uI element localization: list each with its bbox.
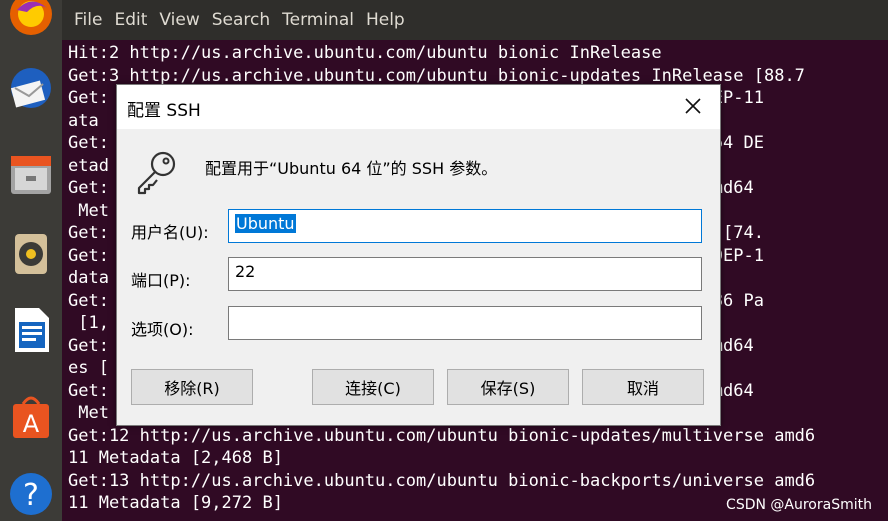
username-input[interactable]: Ubuntu (228, 209, 702, 243)
key-icon (133, 147, 181, 199)
watermark: CSDN @AuroraSmith (726, 497, 872, 513)
rhythmbox-icon[interactable] (7, 230, 55, 278)
options-label: 选项(O): (131, 320, 194, 339)
terminal-line: Get:12 http://us.archive.ubuntu.com/ubun… (68, 425, 816, 446)
terminal-line: Hit:2 http://us.archive.ubuntu.com/ubunt… (68, 43, 662, 63)
port-value: 22 (235, 262, 256, 281)
terminal-line: Get:13 http://us.archive.ubuntu.com/ubun… (68, 470, 816, 491)
terminal-line: 11 Metadata [2,468 B] (68, 448, 283, 468)
ubuntu-software-icon[interactable]: A (7, 392, 55, 440)
menu-view[interactable]: View (159, 10, 199, 30)
username-value: Ubuntu (235, 214, 296, 233)
libreoffice-writer-icon[interactable] (7, 306, 55, 354)
connect-button[interactable]: 连接(C) (312, 369, 434, 405)
username-label: 用户名(U): (131, 223, 209, 242)
ssh-config-dialog: 配置 SSH 配置用于“Ubuntu 64 位”的 SSH 参数。 用户名(U)… (116, 84, 721, 426)
menu-edit[interactable]: Edit (114, 10, 147, 30)
menu-terminal[interactable]: Terminal (282, 10, 354, 30)
cancel-button[interactable]: 取消 (582, 369, 704, 405)
save-button[interactable]: 保存(S) (447, 369, 569, 405)
port-label: 端口(P): (131, 271, 191, 290)
svg-text:?: ? (23, 478, 39, 513)
files-icon[interactable] (7, 150, 55, 198)
dialog-description: 配置用于“Ubuntu 64 位”的 SSH 参数。 (205, 159, 498, 178)
svg-text:A: A (23, 410, 40, 438)
menu-file[interactable]: File (74, 10, 102, 30)
remove-button[interactable]: 移除(R) (131, 369, 253, 405)
dialog-title: 配置 SSH (127, 101, 201, 121)
dialog-titlebar[interactable]: 配置 SSH (117, 85, 720, 129)
thunderbird-icon[interactable] (7, 64, 55, 112)
firefox-icon[interactable] (7, 0, 55, 38)
terminal-menubar: File Edit View Search Terminal Help (62, 0, 888, 40)
help-icon[interactable]: ? (7, 470, 55, 518)
port-input[interactable]: 22 (228, 257, 702, 291)
menu-search[interactable]: Search (212, 10, 270, 30)
close-icon[interactable] (680, 93, 706, 119)
ubuntu-dock: A ? (0, 0, 62, 521)
menu-help[interactable]: Help (366, 10, 405, 30)
options-input[interactable] (228, 306, 702, 340)
